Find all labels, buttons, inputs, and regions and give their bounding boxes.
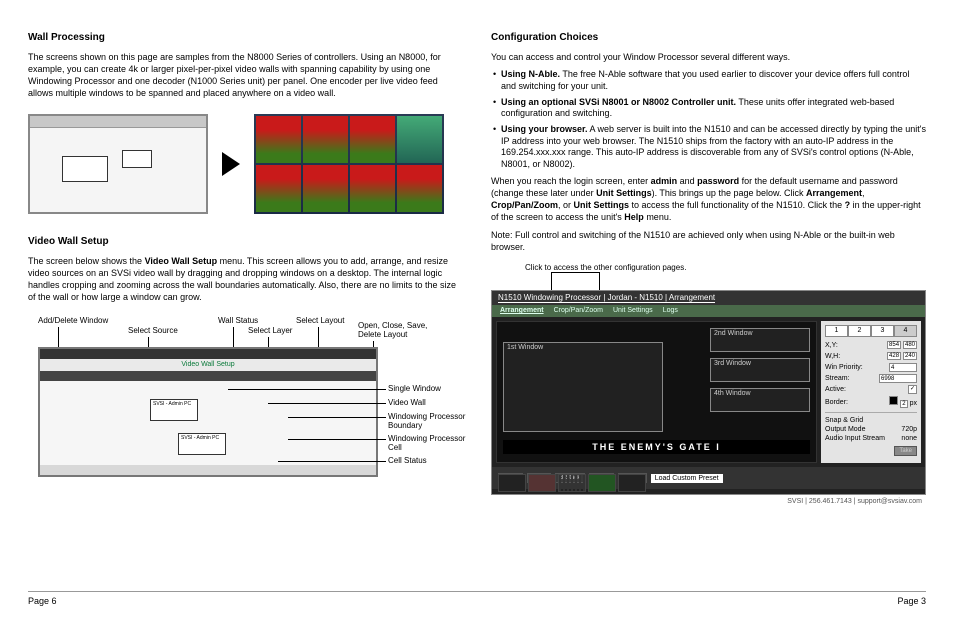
fig3-header: N1510 Windowing Processor | Jordan - N15… xyxy=(492,291,925,305)
wall-processing-text: The screens shown on this page are sampl… xyxy=(28,51,463,100)
callout-wp-cell: Windowing Processor Cell xyxy=(388,435,478,453)
thumb-2[interactable] xyxy=(528,474,556,492)
fig1-app-window xyxy=(28,114,208,214)
thumb-4[interactable] xyxy=(588,474,616,492)
thumb-1[interactable] xyxy=(498,474,526,492)
fig3-win4[interactable]: 4th Window xyxy=(710,388,810,412)
callout-wp-boundary: Windowing Processor Boundary xyxy=(388,413,478,431)
side-tab-4[interactable]: 4 xyxy=(894,325,917,337)
fig3-win3[interactable]: 3rd Window xyxy=(710,358,810,382)
input-w[interactable]: 428 xyxy=(887,352,901,360)
fig3-side-panel: 1 2 3 4 X,Y:854 480 W,H:428 240 Win Prio… xyxy=(821,321,921,463)
fig1-video-wall xyxy=(254,114,444,214)
input-x[interactable]: 854 xyxy=(887,341,901,349)
callout-single-window: Single Window xyxy=(388,385,441,394)
preset-select[interactable]: Load Custom Preset xyxy=(651,474,723,483)
input-h[interactable]: 240 xyxy=(903,352,917,360)
config-intro: You can access and control your Window P… xyxy=(491,51,926,63)
callout-video-wall: Video Wall xyxy=(388,399,426,408)
fig3-screenshot: N1510 Windowing Processor | Jordan - N15… xyxy=(491,290,926,495)
heading-config-choices: Configuration Choices xyxy=(491,32,926,43)
tab-crop[interactable]: Crop/Pan/Zoom xyxy=(554,305,603,317)
callout-select-layout: Select Layout xyxy=(296,317,344,326)
callout-select-layer: Select Layer xyxy=(248,327,292,336)
heading-wall-processing: Wall Processing xyxy=(28,32,463,43)
callout-select-source: Select Source xyxy=(128,327,178,336)
figure-video-wall-setup: Add/Delete Window Select Source Wall Sta… xyxy=(28,317,463,487)
input-stream[interactable]: 6998 xyxy=(879,374,917,383)
side-tab-2[interactable]: 2 xyxy=(848,325,871,337)
input-border[interactable]: 2 xyxy=(900,400,907,408)
tab-arrangement[interactable]: Arrangement xyxy=(500,305,544,317)
callout-wall-status: Wall Status xyxy=(218,317,258,326)
login-instructions: When you reach the login screen, enter a… xyxy=(491,175,926,224)
heading-video-wall-setup: Video Wall Setup xyxy=(28,236,463,247)
fig3-tabs[interactable]: Arrangement Crop/Pan/Zoom Unit Settings … xyxy=(492,305,925,317)
input-y[interactable]: 480 xyxy=(903,341,917,349)
side-tab-1[interactable]: 1 xyxy=(825,325,848,337)
arrow-icon xyxy=(222,152,240,176)
fig3-win1[interactable]: 1st Window xyxy=(503,342,663,432)
input-priority[interactable]: 4 xyxy=(889,363,917,372)
thumb-5[interactable] xyxy=(618,474,646,492)
callout-add-delete: Add/Delete Window xyxy=(38,317,108,326)
bullet-browser: Using your browser. A web server is buil… xyxy=(491,124,926,171)
page-num-right: Page 3 xyxy=(897,596,926,606)
fig3-callout: Click to access the other configuration … xyxy=(525,263,926,272)
fig3-canvas[interactable]: 1st Window 2nd Window 3rd Window 4th Win… xyxy=(496,321,817,463)
bullet-controller: Using an optional SVSi N8001 or N8002 Co… xyxy=(491,97,926,120)
tab-logs[interactable]: Logs xyxy=(663,305,678,317)
tab-unit-settings[interactable]: Unit Settings xyxy=(613,305,653,317)
side-tab-3[interactable]: 3 xyxy=(871,325,894,337)
checkbox-active[interactable]: ✓ xyxy=(908,385,917,394)
fig3-win2[interactable]: 2nd Window xyxy=(710,328,810,352)
fig3-gate-text: THE ENEMY'S GATE I xyxy=(503,440,810,454)
video-wall-setup-text: The screen below shows the Video Wall Se… xyxy=(28,255,463,304)
callout-ocs: Open, Close, Save, Delete Layout xyxy=(358,322,438,340)
page-num-left: Page 6 xyxy=(28,596,57,606)
bullet-nable: Using N-Able. The free N-Able software t… xyxy=(491,69,926,92)
note-full-control: Note: Full control and switching of the … xyxy=(491,229,926,253)
figure-wall-processing xyxy=(28,114,463,214)
callout-cell-status: Cell Status xyxy=(388,457,427,466)
fig2-title: Video Wall Setup xyxy=(40,359,376,371)
fig3-footer: SVSI | 256.461.7143 | support@svsiav.com xyxy=(491,498,926,505)
thumb-3[interactable] xyxy=(558,474,586,492)
take-button[interactable]: Take xyxy=(894,446,917,456)
